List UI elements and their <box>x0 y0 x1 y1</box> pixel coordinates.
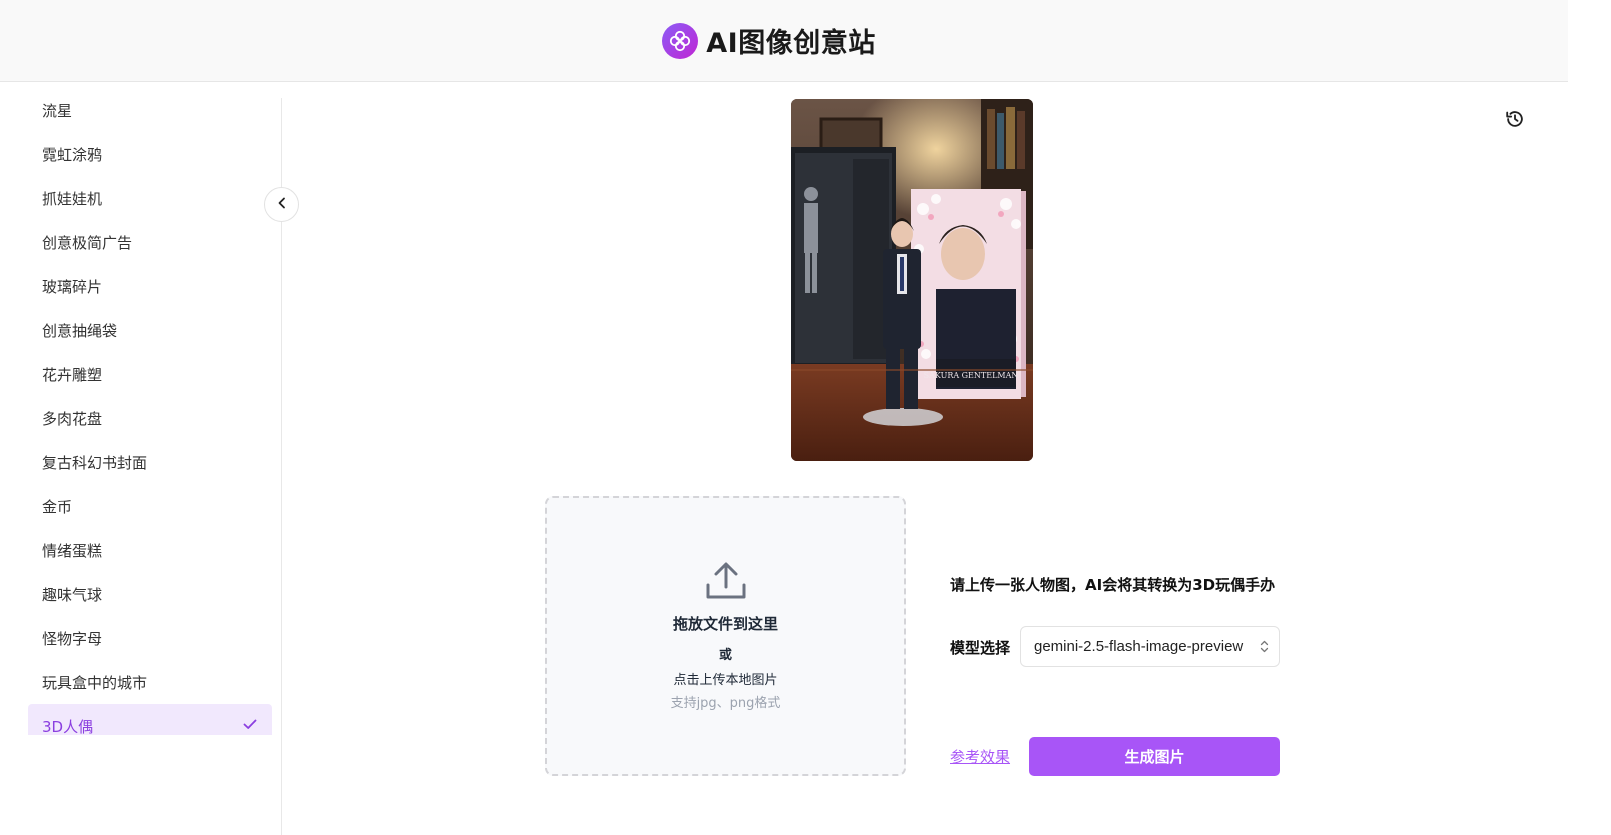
sidebar-item-emotion-cake[interactable]: 情绪蛋糕 <box>28 528 272 572</box>
style-description: 请上传一张人物图，AI会将其转换为3D玩偶手办 <box>950 576 1276 594</box>
sidebar-bottom-space <box>0 735 281 835</box>
upload-format-hint: 支持jpg、png格式 <box>670 696 781 711</box>
sidebar-item-meteor[interactable]: 流星 <box>28 98 272 132</box>
sidebar-item-glass-shards[interactable]: 玻璃碎片 <box>28 264 272 308</box>
reference-effect-link[interactable]: 参考效果 <box>950 746 1010 767</box>
sidebar-item-label: 多肉花盘 <box>42 409 103 428</box>
collapse-sidebar-button[interactable] <box>264 187 299 222</box>
sidebar: 流星 霓虹涂鸦 抓娃娃机 创意极简广告 玻璃碎片 创意抽绳袋 花卉雕塑 多肉花盘… <box>0 98 282 835</box>
sidebar-item-label: 情绪蛋糕 <box>42 541 103 560</box>
sidebar-item-label: 趣味气球 <box>42 585 103 604</box>
model-select-value: gemini-2.5-flash-image-preview <box>1034 638 1244 655</box>
app-header: AI图像创意站 <box>0 0 1568 82</box>
style-menu: 流星 霓虹涂鸦 抓娃娃机 创意极简广告 玻璃碎片 创意抽绳袋 花卉雕塑 多肉花盘… <box>28 98 272 748</box>
brand: AI图像创意站 <box>662 21 875 60</box>
upload-or-text: 或 <box>718 648 732 663</box>
history-button[interactable] <box>1504 108 1526 130</box>
app-title: AI图像创意站 <box>706 28 876 59</box>
sidebar-item-succulent-plate[interactable]: 多肉花盘 <box>28 396 272 440</box>
sidebar-item-label: 霓虹涂鸦 <box>42 145 103 164</box>
sidebar-item-label: 抓娃娃机 <box>42 189 103 208</box>
reference-preview-image: SAKURA GENTELMAN <box>791 99 1033 461</box>
sidebar-item-minimal-ad[interactable]: 创意极简广告 <box>28 220 272 264</box>
chevron-left-icon <box>275 195 289 214</box>
sidebar-item-label: 创意极简广告 <box>42 233 133 252</box>
upload-dropzone[interactable]: 拖放文件到这里 或 点击上传本地图片 支持jpg、png格式 <box>545 496 906 776</box>
sidebar-item-label: 金币 <box>42 497 73 516</box>
sidebar-item-monster-letters[interactable]: 怪物字母 <box>28 616 272 660</box>
sidebar-item-label: 花卉雕塑 <box>42 365 103 384</box>
logo-icon <box>662 22 699 59</box>
sidebar-item-neon-graffiti[interactable]: 霓虹涂鸦 <box>28 132 272 176</box>
upload-click-text: 点击上传本地图片 <box>673 673 778 688</box>
select-arrows-icon <box>1260 640 1269 653</box>
sidebar-item-retro-scifi-cover[interactable]: 复古科幻书封面 <box>28 440 272 484</box>
sidebar-item-label: 玩具盒中的城市 <box>42 673 148 692</box>
sidebar-item-label: 复古科幻书封面 <box>42 453 148 472</box>
upload-icon <box>705 561 747 605</box>
sidebar-item-label: 流星 <box>42 101 73 120</box>
sidebar-item-label: 怪物字母 <box>42 629 103 648</box>
sidebar-item-claw-machine[interactable]: 抓娃娃机 <box>28 176 272 220</box>
sidebar-item-flower-sculpture[interactable]: 花卉雕塑 <box>28 352 272 396</box>
model-select[interactable]: gemini-2.5-flash-image-preview <box>1020 626 1280 667</box>
box-title: SAKURA GENTELMAN <box>924 371 1019 380</box>
history-icon <box>1504 111 1526 134</box>
check-icon <box>242 716 258 736</box>
sidebar-item-label: 玻璃碎片 <box>42 277 103 296</box>
sidebar-item-label: 创意抽绳袋 <box>42 321 118 340</box>
upload-drop-text: 拖放文件到这里 <box>672 615 778 633</box>
sidebar-item-gold-coin[interactable]: 金币 <box>28 484 272 528</box>
sidebar-item-toybox-city[interactable]: 玩具盒中的城市 <box>28 660 272 704</box>
model-select-label: 模型选择 <box>950 639 1011 657</box>
sidebar-item-drawstring-bag[interactable]: 创意抽绳袋 <box>28 308 272 352</box>
generate-image-button[interactable]: 生成图片 <box>1029 737 1280 776</box>
sidebar-item-label: 3D人偶 <box>42 717 94 736</box>
sidebar-item-fun-balloon[interactable]: 趣味气球 <box>28 572 272 616</box>
